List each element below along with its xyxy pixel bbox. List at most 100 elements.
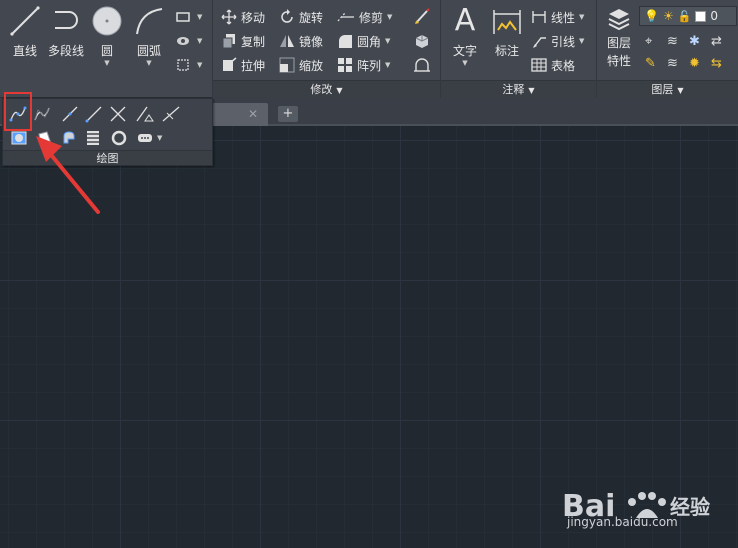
caret-down-icon: ▼ xyxy=(336,86,343,95)
boundary-icon[interactable] xyxy=(176,58,190,72)
boundary-dash-icon[interactable] xyxy=(137,132,153,144)
modify-panel: 移动 复制 拉伸 旋转 镜像 缩放 修剪 ▼ 圆角 ▼ 阵列 ▼ 修改 ▼ xyxy=(213,0,441,98)
boundary-dropdown-icon[interactable]: ▼ xyxy=(197,61,202,69)
table-button[interactable]: 表格 xyxy=(531,55,575,75)
revision-cloud-icon[interactable] xyxy=(61,130,77,146)
region-icon[interactable] xyxy=(11,130,27,146)
watermark-url: jingyan.baidu.com xyxy=(567,515,678,529)
unlock-icon: 🔓 xyxy=(677,9,692,23)
scale-label: 缩放 xyxy=(299,58,324,73)
layer-lock-icon[interactable]: ⇄ xyxy=(711,34,722,49)
leader-dropdown-icon[interactable]: ▼ xyxy=(579,37,584,45)
circle-dropdown-icon[interactable]: ▼ xyxy=(86,59,128,67)
layer-properties-label-2: 特性 xyxy=(606,54,631,68)
close-tab-icon[interactable]: ✕ xyxy=(248,107,258,121)
rectangle-dropdown-icon[interactable]: ▼ xyxy=(197,13,202,21)
mirror-button[interactable]: 镜像 xyxy=(279,31,323,51)
text-label: 文字 xyxy=(452,44,477,58)
layer-match-icon[interactable]: ✎ xyxy=(645,56,656,71)
hatch-pattern-icon[interactable] xyxy=(85,130,101,146)
layer-freeze-icon[interactable]: ✱ xyxy=(689,34,700,49)
linear-button[interactable]: 线性 ▼ xyxy=(531,7,584,27)
ray-icon[interactable] xyxy=(85,105,103,123)
arc-icon xyxy=(136,8,163,35)
hatch-icon[interactable] xyxy=(176,34,190,48)
layer-properties-button[interactable]: 图层 特性 xyxy=(599,4,639,69)
leader-button[interactable]: 引线 ▼ xyxy=(531,31,584,51)
scale-button[interactable]: 缩放 xyxy=(279,55,323,75)
circle-button[interactable]: 圆 ▼ xyxy=(86,4,128,67)
fillet-button[interactable]: 圆角 ▼ xyxy=(337,31,390,51)
highlight-box xyxy=(4,92,32,131)
donut-icon[interactable] xyxy=(111,130,127,146)
scale-icon xyxy=(279,57,295,73)
construction-line-icon[interactable] xyxy=(61,105,79,123)
text-dropdown-icon[interactable]: ▼ xyxy=(447,59,483,67)
sun-icon: ☀ xyxy=(662,9,674,23)
fillet-dropdown-icon[interactable]: ▼ xyxy=(385,37,390,45)
polyline-button[interactable]: 多段线 xyxy=(44,4,88,59)
linear-dropdown-icon[interactable]: ▼ xyxy=(579,13,584,21)
dimension-button[interactable]: 标注 xyxy=(487,4,527,59)
polyline-label: 多段线 xyxy=(47,44,84,58)
erase-icon[interactable] xyxy=(413,8,431,26)
copy-icon xyxy=(222,34,235,49)
annotation-panel-title-label: 注释 xyxy=(502,83,525,96)
fillet-label: 圆角 xyxy=(357,34,382,49)
layer-isolate-icon[interactable]: ≋ xyxy=(667,34,678,49)
copy-label: 复制 xyxy=(241,34,266,49)
rotate-label: 旋转 xyxy=(299,10,324,25)
arc-button[interactable]: 圆弧 ▼ xyxy=(128,4,170,67)
dropdown-arrow-icon[interactable]: ▼ xyxy=(157,134,162,142)
stretch-icon xyxy=(223,57,237,71)
ribbon: 直线 多段线 圆 ▼ 圆弧 ▼ ▼ ▼ ▼ 移动 复制 拉伸 旋转 镜像 缩放 … xyxy=(0,0,738,98)
array-icon xyxy=(338,58,352,72)
spline-cv-icon[interactable] xyxy=(33,105,51,123)
explode-icon[interactable] xyxy=(413,32,431,50)
draw-panel: 直线 多段线 圆 ▼ 圆弧 ▼ ▼ ▼ ▼ xyxy=(0,0,213,98)
caret-down-icon: ▼ xyxy=(528,86,535,95)
layer-thaw-icon[interactable]: ✹ xyxy=(689,56,700,71)
array-button[interactable]: 阵列 ▼ xyxy=(337,55,390,75)
text-button[interactable]: A 文字 ▼ xyxy=(447,3,483,68)
array-dropdown-icon[interactable]: ▼ xyxy=(385,61,390,69)
trim-button[interactable]: 修剪 ▼ xyxy=(337,7,392,27)
offset-icon[interactable] xyxy=(413,56,431,74)
circle-label: 圆 xyxy=(100,44,113,58)
array-label: 阵列 xyxy=(357,58,382,73)
wipeout-icon[interactable] xyxy=(37,130,53,146)
copy-button[interactable]: 复制 xyxy=(221,31,265,51)
rectangle-icon[interactable] xyxy=(176,10,190,24)
draw-panel-expanded: ▼ 绘图 xyxy=(2,98,213,166)
multiple-points-icon[interactable] xyxy=(109,105,127,123)
lightbulb-icon: 💡 xyxy=(644,9,659,23)
rotate-button[interactable]: 旋转 xyxy=(279,7,323,27)
annotation-panel-title[interactable]: 注释 ▼ xyxy=(441,80,596,98)
circle-icon xyxy=(92,6,122,36)
divide-icon[interactable] xyxy=(135,105,155,123)
baidu-logo-watermark: Bai 经验 xyxy=(562,489,710,524)
layer-dropdown[interactable]: 💡 ☀ 🔓 0 xyxy=(639,6,737,26)
layers-panel-title-label: 图层 xyxy=(651,83,674,96)
trim-dropdown-icon[interactable]: ▼ xyxy=(387,13,392,21)
modify-panel-title[interactable]: 修改 ▼ xyxy=(213,80,440,98)
linear-dimension-icon xyxy=(532,11,546,23)
text-icon: A xyxy=(454,3,476,38)
leader-label: 引线 xyxy=(551,34,576,49)
stretch-button[interactable]: 拉伸 xyxy=(221,55,265,75)
layer-unlock-icon[interactable]: ⇆ xyxy=(711,56,722,71)
arc-dropdown-icon[interactable]: ▼ xyxy=(128,59,170,67)
measure-icon[interactable] xyxy=(161,105,181,123)
line-icon xyxy=(10,6,40,36)
new-tab-button[interactable]: + xyxy=(278,106,298,122)
mirror-icon xyxy=(280,35,294,47)
mirror-label: 镜像 xyxy=(299,34,324,49)
layer-off-icon[interactable]: ⌖ xyxy=(645,34,652,49)
move-button[interactable]: 移动 xyxy=(221,7,265,27)
layer-previous-icon[interactable]: ≋ xyxy=(667,56,678,71)
line-button[interactable]: 直线 xyxy=(4,4,46,59)
draw-panel-title: 绘图 xyxy=(3,150,212,165)
arc-label: 圆弧 xyxy=(136,44,161,58)
layers-panel-title[interactable]: 图层 ▼ xyxy=(597,80,738,98)
hatch-dropdown-icon[interactable]: ▼ xyxy=(197,37,202,45)
